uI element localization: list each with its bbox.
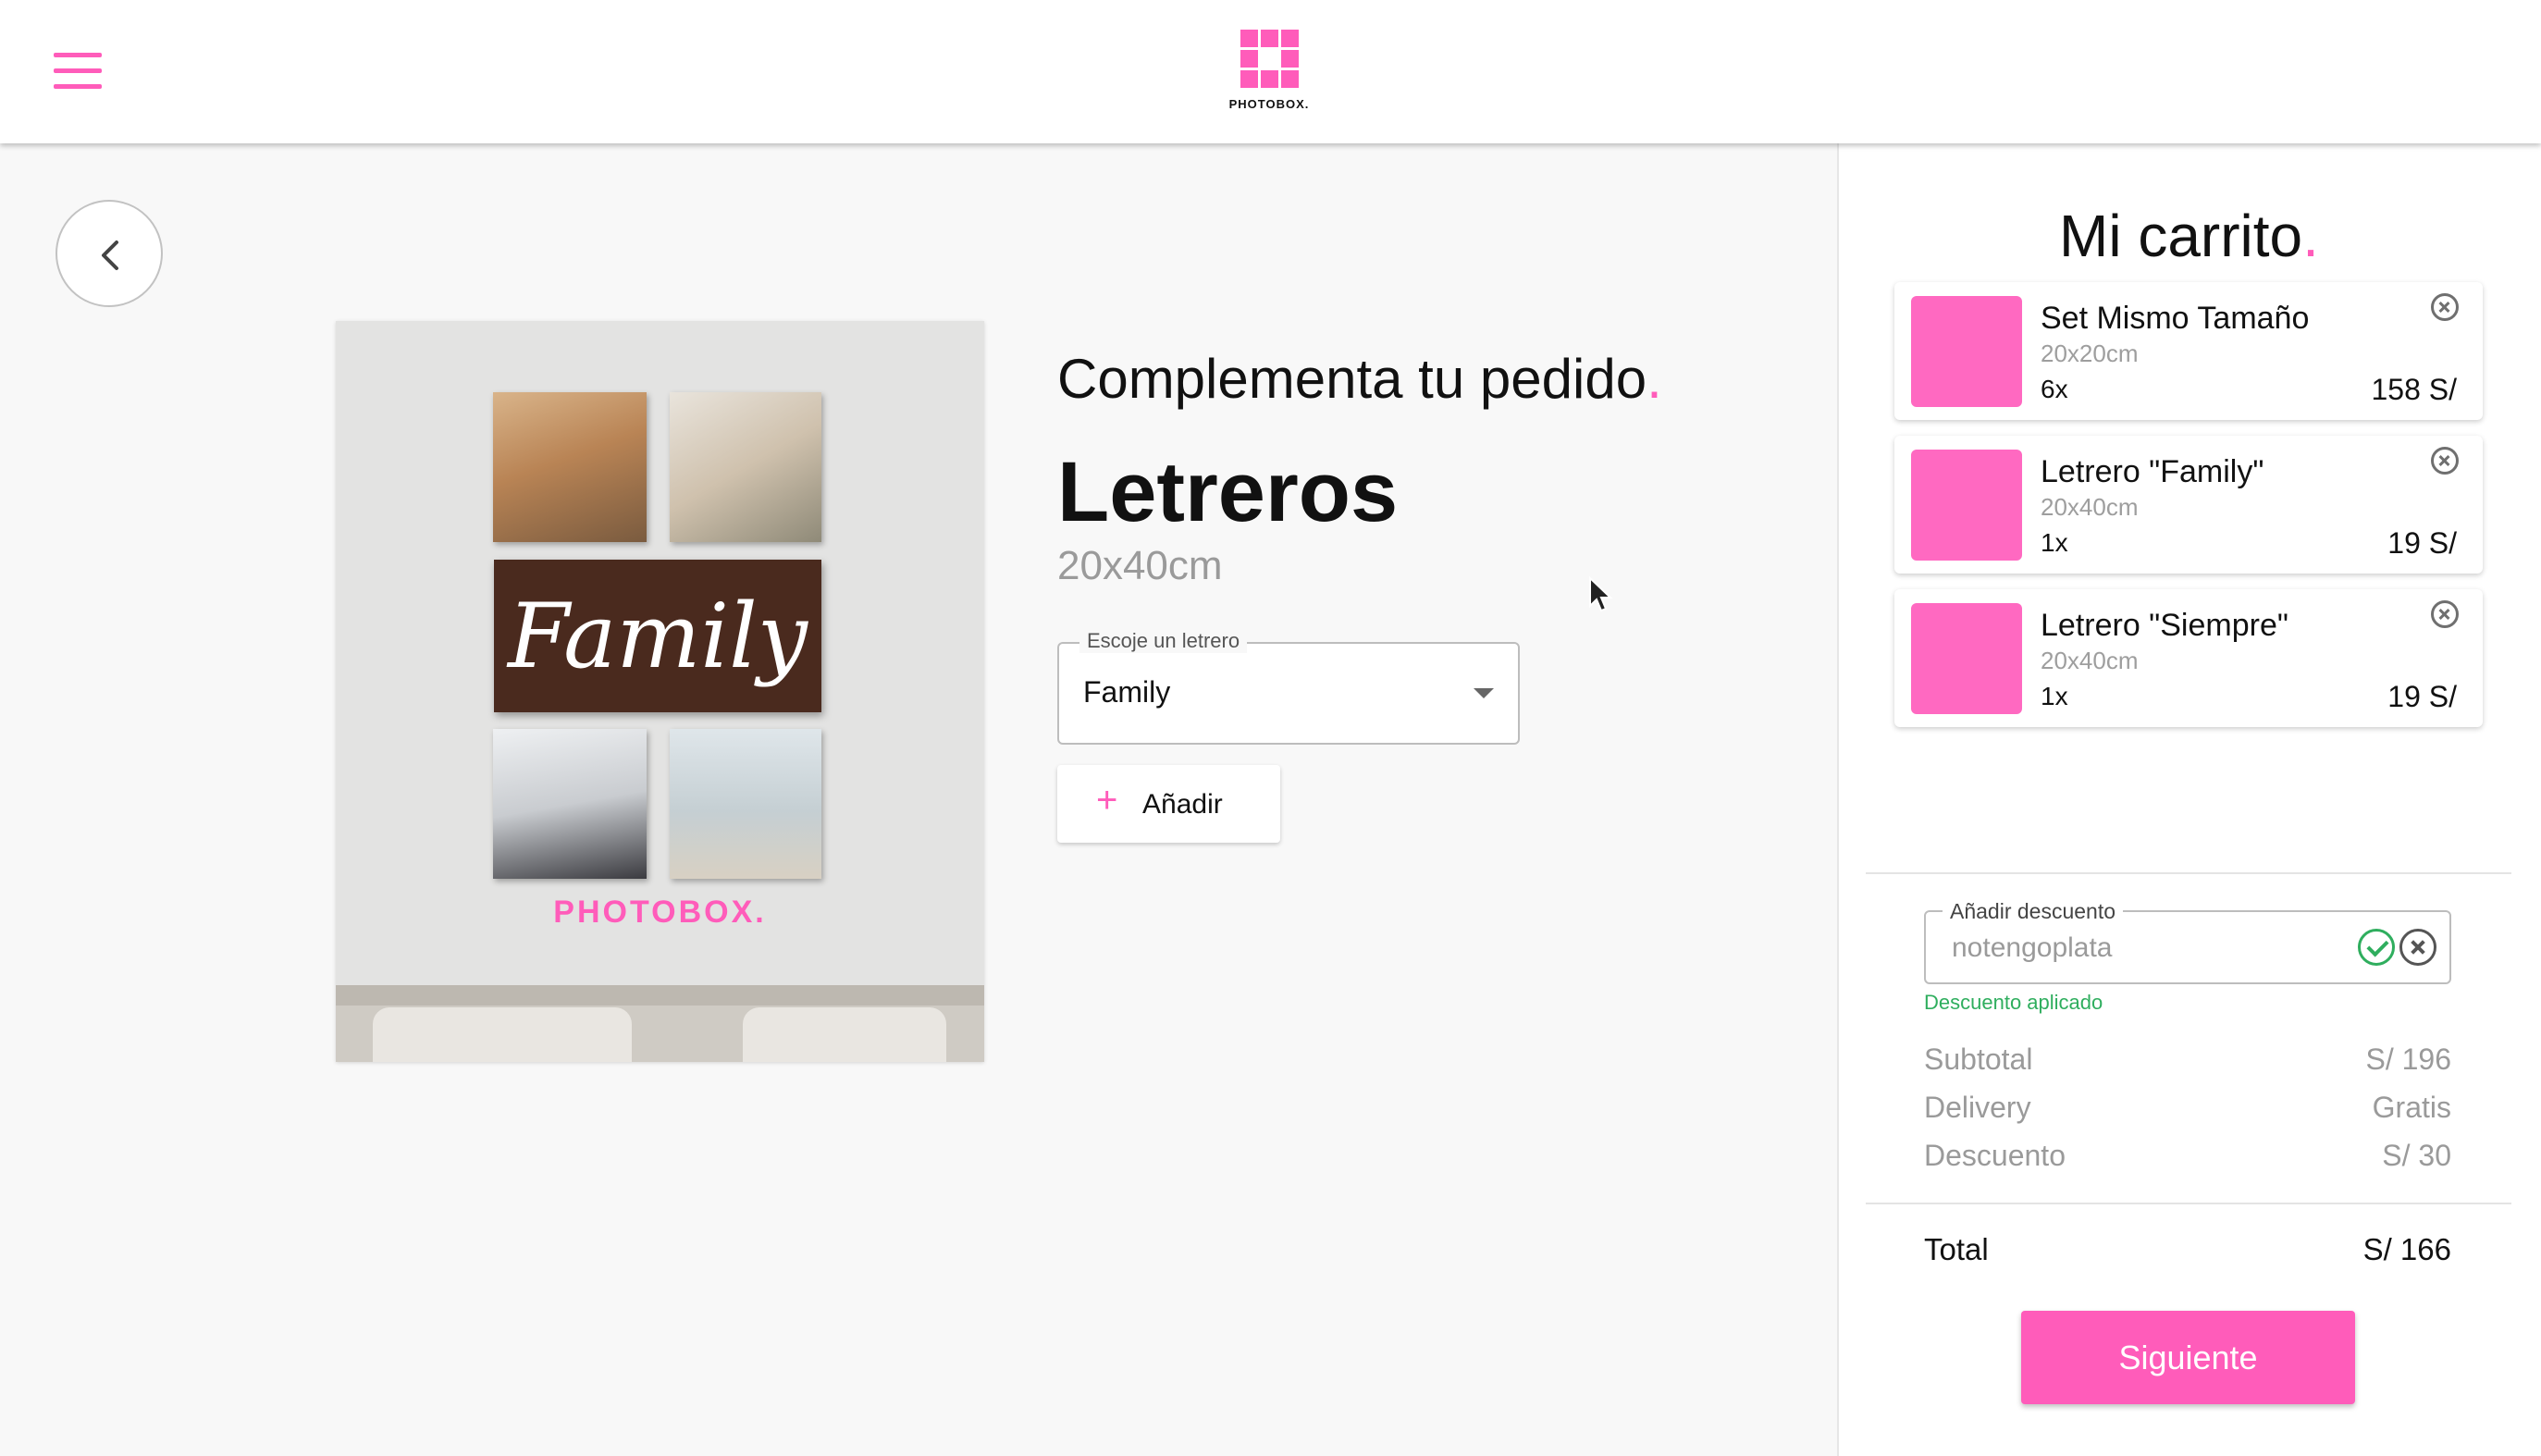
cart-item-size: 20x40cm [2041, 493, 2139, 521]
remove-item-icon[interactable] [2431, 600, 2459, 628]
cart-item-price: 19 S/ [2387, 680, 2457, 713]
cart-item: Set Mismo Tamaño 20x20cm 6x 158 S/ [1894, 282, 2483, 420]
logo-text: PHOTOBOX. [1228, 97, 1310, 111]
cart-item-qty: 1x [2041, 682, 2068, 710]
family-sign-text: Family [508, 584, 808, 688]
discount-status: Descuento aplicado [1924, 991, 2103, 1014]
hamburger-menu-icon[interactable] [54, 53, 102, 90]
total-row: Total S/ 166 [1924, 1232, 2451, 1273]
pillow-right [743, 1007, 946, 1062]
photo-family-beach-walk [493, 392, 647, 542]
pillow-left [373, 1007, 632, 1062]
summary-value: S/ 30 [2382, 1139, 2451, 1172]
cart-item-price: 19 S/ [2387, 526, 2457, 560]
summary-row-delivery: Delivery Gratis [1924, 1091, 2451, 1131]
cart-item-qty: 1x [2041, 528, 2068, 557]
summary-label: Subtotal [1924, 1043, 2033, 1076]
sofa-back [336, 985, 984, 1006]
discount-input[interactable]: Añadir descuento notengoplata [1924, 899, 2451, 984]
dropdown-arrow-icon [1474, 688, 1494, 698]
cart-item-price: 158 S/ [2371, 373, 2457, 406]
remove-item-icon[interactable] [2431, 293, 2459, 321]
mouse-cursor-icon [1589, 576, 1613, 612]
summary-divider [1866, 1203, 2511, 1204]
summary-label: Delivery [1924, 1091, 2031, 1124]
sign-select[interactable]: Escoje un letrero Family [1057, 629, 1520, 745]
photo-family-christmas [670, 392, 821, 542]
back-button[interactable] [56, 200, 163, 307]
plus-icon: + [1096, 780, 1118, 821]
check-circle-icon [2358, 929, 2395, 966]
product-image: Family PHOTOBOX. [336, 321, 984, 1062]
logo-grid-icon [1240, 30, 1299, 88]
add-button-label: Añadir [1142, 789, 1223, 820]
cart-item-thumbnail [1911, 450, 2022, 561]
photobox-logo[interactable]: PHOTOBOX. [1223, 30, 1315, 111]
cart-item-thumbnail [1911, 603, 2022, 714]
family-sign: Family [494, 560, 821, 712]
cart-item-name: Letrero "Siempre" [2041, 608, 2288, 643]
total-value: S/ 166 [2362, 1232, 2451, 1266]
next-button[interactable]: Siguiente [2021, 1311, 2355, 1404]
image-brand-text: PHOTOBOX. [553, 895, 767, 930]
discount-code: notengoplata [1952, 932, 2113, 963]
cart-divider [1866, 872, 2511, 874]
product-name: Letreros [1057, 445, 1399, 539]
cart-item-thumbnail [1911, 296, 2022, 407]
summary-row-subtotal: Subtotal S/ 196 [1924, 1043, 2451, 1083]
sign-select-label: Escoje un letrero [1079, 629, 1248, 653]
cart-item-name: Letrero "Family" [2041, 454, 2264, 489]
section-title: Complementa tu pedido. [1057, 348, 1662, 410]
cart-item-qty: 6x [2041, 375, 2068, 403]
chevron-left-icon [102, 241, 118, 270]
summary-label: Descuento [1924, 1139, 2066, 1172]
product-size: 20x40cm [1057, 543, 1223, 588]
top-header: PHOTOBOX. [0, 0, 2541, 143]
photo-family-sea [670, 729, 821, 879]
cart-title: Mi carrito. [2059, 203, 2319, 269]
total-label: Total [1924, 1232, 1989, 1266]
discount-label: Añadir descuento [1943, 899, 2124, 924]
summary-value: Gratis [2372, 1091, 2451, 1124]
clear-discount-icon[interactable] [2399, 929, 2436, 966]
cart-item-name: Set Mismo Tamaño [2041, 301, 2310, 336]
cart-item-size: 20x20cm [2041, 339, 2139, 367]
summary-value: S/ 196 [2365, 1043, 2451, 1076]
add-button[interactable]: + Añadir [1057, 765, 1280, 843]
summary-row-discount: Descuento S/ 30 [1924, 1139, 2451, 1179]
cart-item: Letrero "Siempre" 20x40cm 1x 19 S/ [1894, 589, 2483, 727]
cart-item-size: 20x40cm [2041, 647, 2139, 674]
remove-item-icon[interactable] [2431, 447, 2459, 475]
sign-select-value: Family [1083, 675, 1171, 709]
photo-family-window [493, 729, 647, 879]
cart-item: Letrero "Family" 20x40cm 1x 19 S/ [1894, 436, 2483, 574]
